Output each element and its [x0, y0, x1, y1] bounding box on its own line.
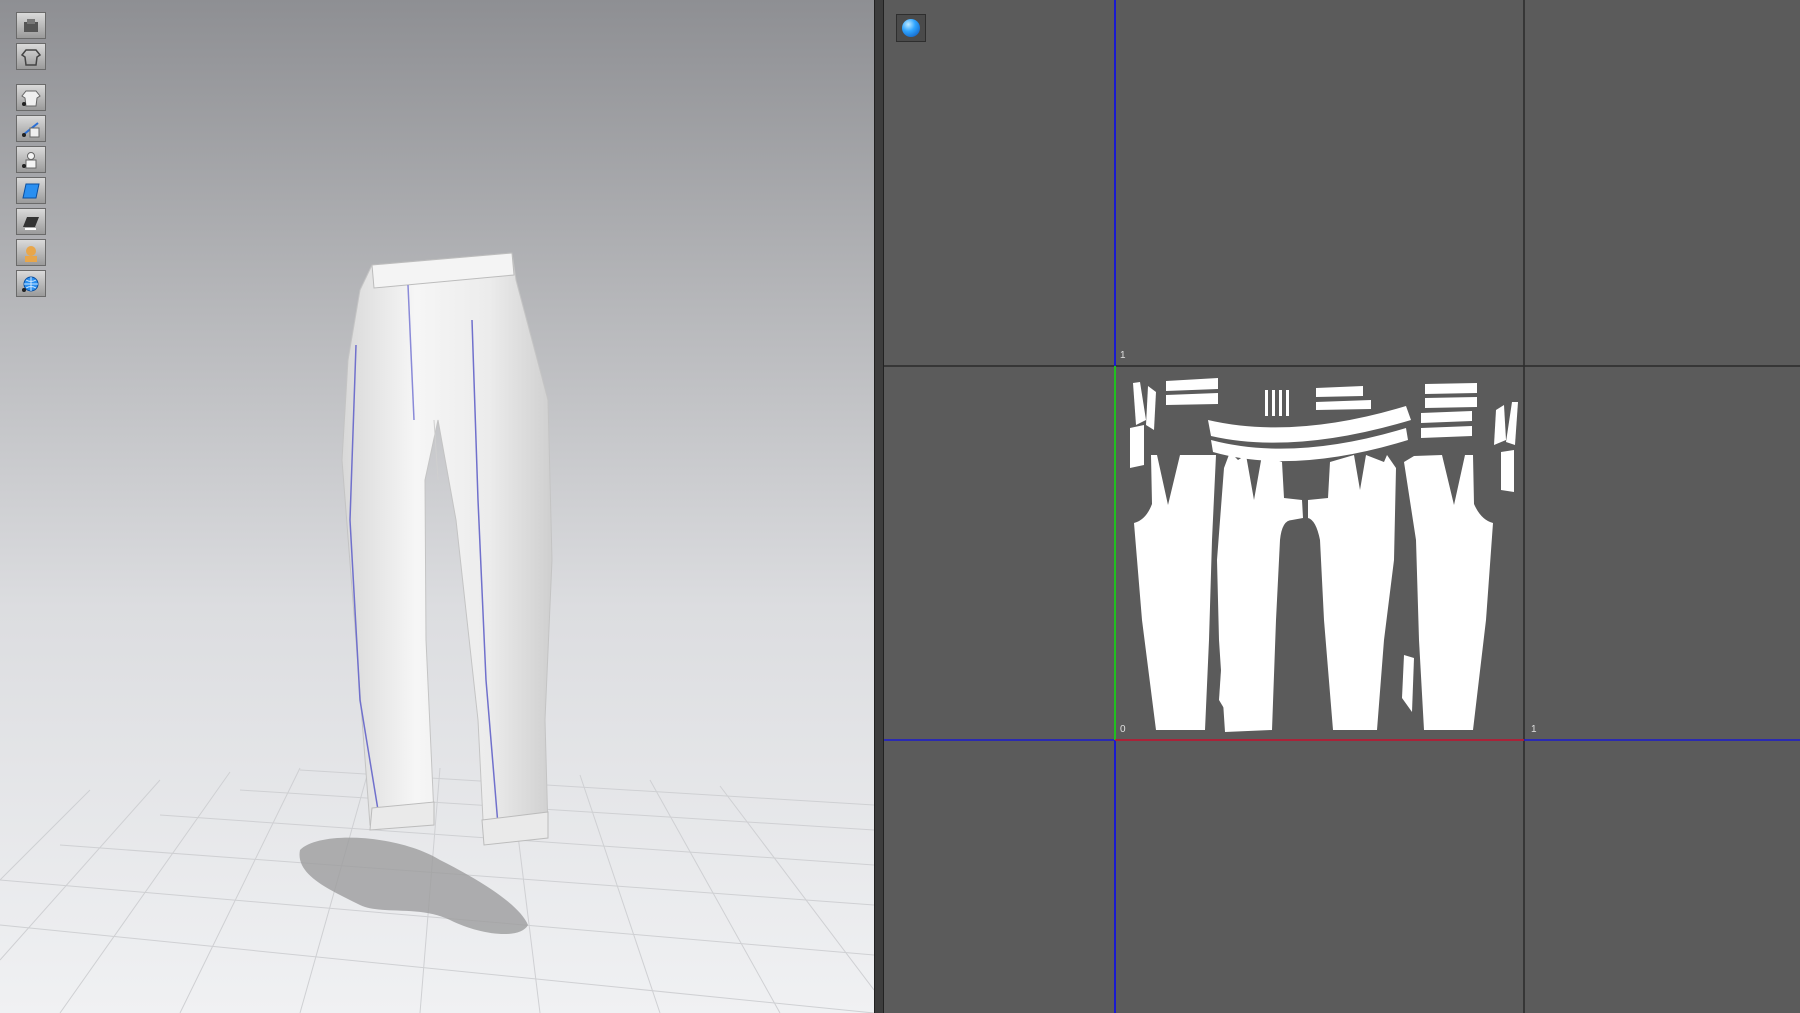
avatar-display-icon[interactable] [16, 12, 46, 39]
uv-pattern-pieces [1130, 378, 1518, 732]
uv-axis-label-right: 1 [1531, 724, 1537, 735]
show-garment-icon[interactable] [16, 84, 46, 111]
viewport-toolbar [16, 12, 48, 301]
uv-axis-label-origin: 0 [1120, 724, 1126, 735]
uv-axis-label-top: 1 [1120, 350, 1126, 361]
avatar-skin-icon[interactable] [16, 239, 46, 266]
render-sphere-button[interactable] [896, 14, 926, 42]
uv-editor-canvas [884, 0, 1800, 1013]
show-avatar-icon[interactable] [16, 146, 46, 173]
render-sphere-icon [902, 19, 920, 37]
texture-view-icon[interactable] [16, 177, 46, 204]
environment-icon[interactable] [16, 270, 46, 297]
garment-display-icon[interactable] [16, 43, 46, 70]
3d-viewport[interactable] [0, 0, 875, 1013]
2d-uv-viewport[interactable]: 1 0 1 [884, 0, 1800, 1013]
floor-grid [0, 252, 874, 1013]
pants-3d-model [341, 252, 553, 846]
render-view-icon[interactable] [16, 208, 46, 235]
show-measurements-icon[interactable] [16, 115, 46, 142]
garment-shadow [299, 837, 528, 935]
viewport-divider[interactable] [874, 0, 884, 1013]
